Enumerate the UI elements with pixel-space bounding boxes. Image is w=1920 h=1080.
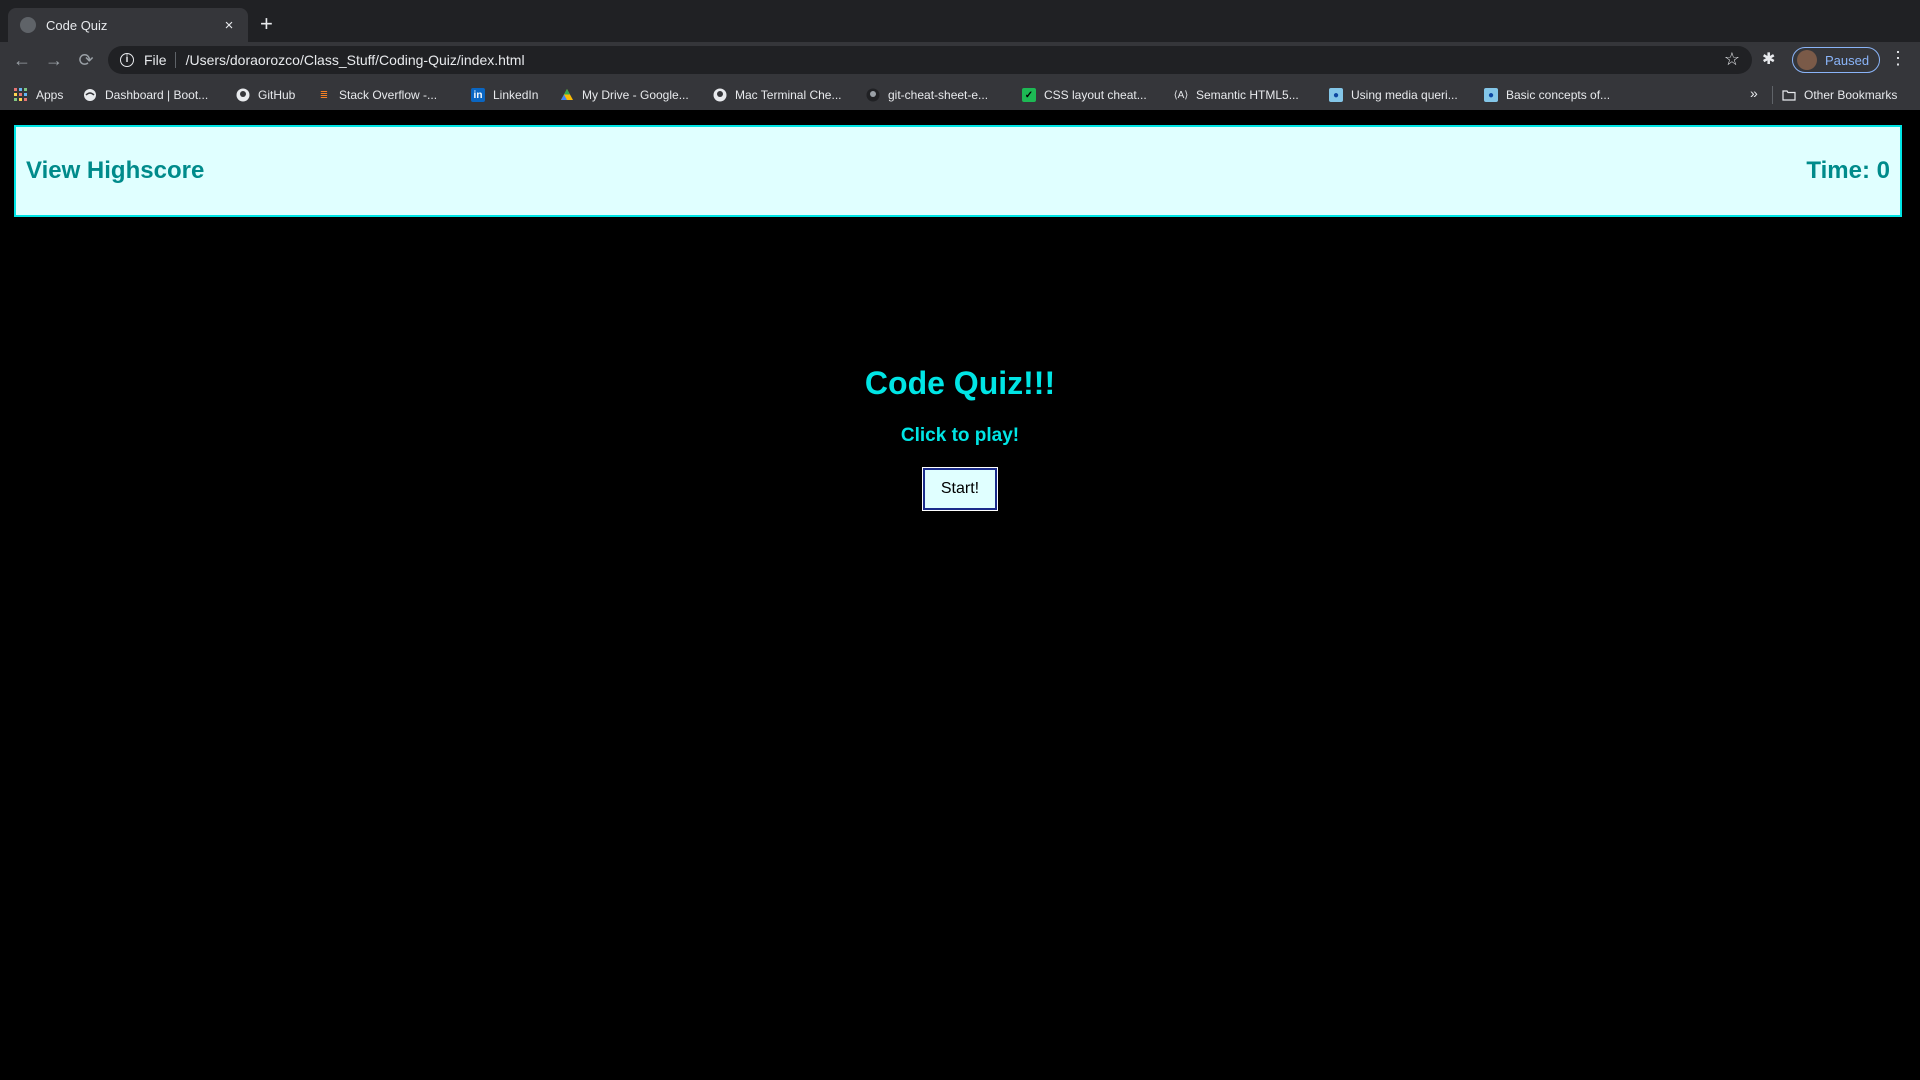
scheme-label: File [144,52,176,68]
mdn-icon: ● [1329,88,1343,102]
bookmark-dashboard[interactable]: Dashboard | Boot... [83,86,208,104]
bookmark-media-queries[interactable]: ● Using media queri... [1329,86,1458,104]
url-text[interactable]: /Users/doraorozco/Class_Stuff/Coding-Qui… [186,52,525,68]
bookmark-linkedin[interactable]: in LinkedIn [471,86,538,104]
semantic-icon: ⟨A⟩ [1173,89,1189,101]
bookmark-label: Apps [36,88,64,102]
forward-icon[interactable]: → [42,48,66,72]
globe-icon [83,88,97,102]
bookmark-label: GitHub [258,88,296,102]
bookmark-stackoverflow[interactable]: ≣ Stack Overflow -... [317,86,437,104]
github-icon [713,88,727,102]
github-icon [236,88,250,102]
bookmark-semantic-html5[interactable]: ⟨A⟩ Semantic HTML5... [1174,86,1299,104]
globe-icon [20,17,36,33]
bookmark-apps[interactable]: Apps [14,86,63,104]
reload-icon[interactable]: ⟳ [74,48,98,72]
browser-tab[interactable]: Code Quiz × [8,8,248,42]
bookmarks-bar: Apps Dashboard | Boot... GitHub ≣ Stack … [0,78,1920,110]
bookmark-basic-concepts[interactable]: ● Basic concepts of... [1484,86,1610,104]
bookmark-label: Dashboard | Boot... [105,88,209,102]
profile-status-label: Paused [1825,52,1870,68]
extensions-puzzle-icon[interactable]: ✱ [1762,49,1775,69]
start-button[interactable]: Start! [922,467,998,511]
stackoverflow-icon: ≣ [319,89,329,101]
quiz-header: View Highscore Time: 0 [14,125,1902,217]
timer-label: Time: 0 [1806,157,1890,184]
bookmark-github[interactable]: GitHub [236,86,295,104]
browser-tabstrip: Code Quiz × + [0,0,1920,42]
page-viewport: View Highscore Time: 0 Code Quiz!!! Clic… [0,110,1920,1080]
folder-icon [1782,88,1796,102]
bookmark-label: LinkedIn [493,88,539,102]
bookmark-label: My Drive - Google... [582,88,689,102]
tab-title: Code Quiz [46,17,108,33]
more-bookmarks-button[interactable]: » [1750,85,1758,101]
bookmark-git-cheat-sheet[interactable]: git-cheat-sheet-e... [866,86,988,104]
browser-toolbar: ← → ⟳ i File /Users/doraorozco/Class_Stu… [0,42,1920,78]
profile-button[interactable]: Paused [1792,47,1880,73]
bookmark-mac-terminal[interactable]: Mac Terminal Che... [713,86,841,104]
close-icon[interactable]: × [220,17,238,34]
apps-grid-icon [14,88,28,102]
google-drive-icon [560,88,574,102]
bookmark-label: git-cheat-sheet-e... [888,88,989,102]
info-icon[interactable]: i [120,53,134,67]
new-tab-button[interactable]: + [260,12,273,36]
bookmarks-divider [1772,86,1773,104]
kebab-menu-icon[interactable]: ⋮ [1888,48,1908,69]
bookmark-star-icon[interactable]: ☆ [1724,49,1740,70]
bookmark-label: Mac Terminal Che... [735,88,842,102]
other-bookmarks-folder[interactable]: Other Bookmarks [1782,86,1897,104]
view-highscore-link[interactable]: View Highscore [26,157,204,185]
avatar [1797,50,1817,70]
mdn-icon: ● [1484,88,1498,102]
linkedin-icon: in [471,88,485,102]
bookmark-css-layout[interactable]: ✓ CSS layout cheat... [1022,86,1147,104]
bookmark-label: Using media queri... [1351,88,1458,102]
github-icon [866,88,880,102]
bookmark-label: Stack Overflow -... [339,88,438,102]
quiz-title: Code Quiz!!! [864,365,1056,401]
bookmark-label: Semantic HTML5... [1196,88,1299,102]
back-icon[interactable]: ← [10,48,34,72]
other-bookmarks-label: Other Bookmarks [1804,88,1898,102]
quiz-subtitle: Click to play! [900,425,1020,446]
bookmark-label: Basic concepts of... [1506,88,1611,102]
css-icon: ✓ [1022,88,1036,102]
bookmark-label: CSS layout cheat... [1044,88,1147,102]
bookmark-google-drive[interactable]: My Drive - Google... [560,86,689,104]
address-bar[interactable]: i File /Users/doraorozco/Class_Stuff/Cod… [108,46,1752,74]
